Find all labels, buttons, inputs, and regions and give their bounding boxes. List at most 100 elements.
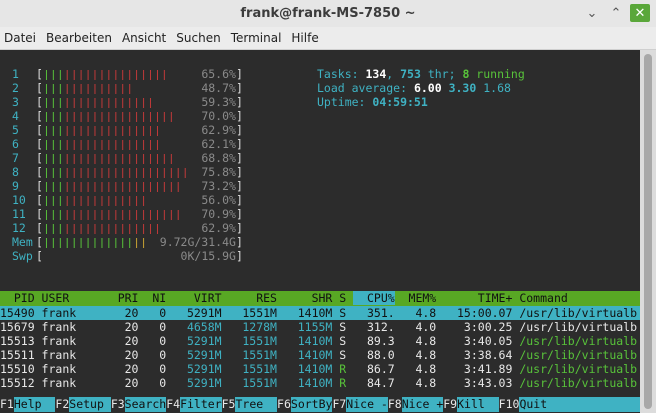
process-row[interactable]: 15512 frank 20 0 5291M 1551M 1410M R 84.…: [0, 376, 640, 390]
column-header-user[interactable]: USER: [35, 291, 97, 305]
cpu-meter-row: 6 [||||||||||||||||| 62.1%]: [12, 137, 243, 151]
fkey-number: F7: [332, 397, 347, 412]
process-ni: 0: [138, 362, 167, 376]
menu-terminal[interactable]: Terminal: [227, 31, 286, 45]
meter-bar: ||||||||||||||||||| 70.0%: [43, 109, 236, 123]
load-label: Load average:: [317, 81, 414, 95]
cpu-meter-row: 10 [||||||||||||||| 56.0%]: [12, 193, 243, 207]
meter-bar: ||||||||||||||||||| 68.8%: [43, 151, 236, 165]
process-command: /usr/lib/virtualb: [512, 348, 638, 362]
process-state: S: [332, 306, 354, 320]
column-header-res[interactable]: RES: [222, 291, 277, 305]
column-header-ni[interactable]: NI: [138, 291, 166, 305]
process-time: 3:00.25: [436, 320, 513, 334]
column-header-pid[interactable]: PID: [0, 291, 35, 305]
menu-hilfe[interactable]: Hilfe: [287, 31, 322, 45]
bracket-close: ]: [235, 165, 243, 179]
uptime-line: Uptime: 04:59:51: [317, 95, 428, 109]
process-pri: 20: [96, 320, 139, 334]
fkey-f7[interactable]: F7 Nice -: [332, 397, 388, 412]
meter-bar: ||||||||||||| 48.7%: [43, 81, 236, 95]
process-res: 1551M: [221, 376, 277, 390]
process-time: 3:41.89: [436, 362, 513, 376]
running-label: running: [469, 67, 525, 81]
terminal-area[interactable]: 1[|||||||||||||||||| 65.6%] 2[||||||||||||…: [0, 50, 640, 413]
fkey-number: F5: [221, 397, 236, 412]
cpu-meter-row: 2 [||||||||||||| 48.7%]: [12, 81, 243, 95]
process-virt: 5291M: [166, 362, 222, 376]
process-res: 1278M: [221, 320, 277, 334]
column-header-pri[interactable]: PRI: [97, 291, 139, 305]
column-header-command[interactable]: Command: [512, 291, 567, 305]
fkey-f1[interactable]: F1 Help: [0, 397, 56, 412]
column-header-s[interactable]: S: [332, 291, 353, 305]
process-ni: 0: [138, 320, 167, 334]
process-pid: 15679: [0, 320, 35, 334]
meter-fill: |||||||||||||||||: [42, 138, 161, 150]
scrollbar-thumb[interactable]: [644, 54, 652, 409]
fkey-f4[interactable]: F4 Filter: [166, 397, 222, 412]
fkey-number: F9: [443, 397, 458, 412]
function-key-bar: F1 Help F2 Setup F3 Search F4 Filter F5 Tree F6…: [0, 397, 640, 412]
process-user: frank: [34, 334, 97, 348]
cpu-meter-row: 9 [|||||||||||||||||||| 73.2%]: [12, 179, 243, 193]
process-time: 15:00.07: [436, 306, 513, 320]
column-header-virt[interactable]: VIRT: [166, 291, 222, 305]
meter-value: 62.1%: [201, 137, 236, 151]
process-row[interactable]: 15511 frank 20 0 5291M 1551M 1410M S 88.…: [0, 348, 640, 362]
process-virt: 5291M: [166, 306, 222, 320]
meter-label: Swp: [12, 249, 33, 263]
bracket-open: [: [36, 95, 43, 109]
process-pid: 15512: [0, 376, 35, 390]
meter-value: 59.3%: [201, 95, 236, 109]
process-row[interactable]: 15513 frank 20 0 5291M 1551M 1410M S 89.…: [0, 334, 640, 348]
process-ni: 0: [138, 306, 167, 320]
terminal-scrollbar[interactable]: [640, 50, 656, 413]
fkey-f5[interactable]: F5 Tree: [221, 397, 278, 412]
fkey-f6[interactable]: F6 SortBy: [277, 397, 333, 412]
meter-bar: ||||||||||||||||||||| 75.8%: [43, 165, 236, 179]
minimize-icon[interactable]: ⌄: [582, 4, 602, 22]
menu-datei[interactable]: Datei: [0, 31, 40, 45]
menu-suchen[interactable]: Suchen: [172, 31, 224, 45]
meter-value: 70.9%: [201, 207, 236, 221]
load-15min: 1.68: [483, 81, 511, 95]
meter-label: 11: [12, 207, 26, 221]
bracket-open: [: [36, 193, 43, 207]
process-pri: 20: [96, 376, 139, 390]
maximize-icon[interactable]: ⌃: [606, 4, 626, 22]
fkey-f2[interactable]: F2 Setup: [55, 397, 111, 412]
process-pri: 20: [96, 348, 139, 362]
menu-bearbeiten[interactable]: Bearbeiten: [42, 31, 116, 45]
column-header-cpu[interactable]: CPU%: [353, 291, 395, 305]
close-icon[interactable]: ✕: [630, 4, 650, 22]
fkey-f3[interactable]: F3 Search: [110, 397, 167, 412]
process-row[interactable]: 15490 frank 20 0 5291M 1551M 1410M S 351…: [0, 306, 640, 320]
tasks-count: 134: [365, 67, 387, 81]
column-header-shr[interactable]: SHR: [277, 291, 333, 305]
swp-meter-row: Swp[0K/15.9G]: [12, 249, 243, 263]
bracket-open: [: [36, 137, 43, 151]
process-user: frank: [34, 362, 97, 376]
column-header-mem[interactable]: MEM%: [395, 291, 437, 305]
bracket-close: ]: [235, 207, 243, 221]
fkey-f8[interactable]: F8 Nice +: [387, 397, 444, 412]
process-row[interactable]: 15679 frank 20 0 4658M 1278M 1155M S 312…: [0, 320, 640, 334]
process-virt: 5291M: [166, 376, 222, 390]
process-shr: 1410M: [276, 376, 333, 390]
process-mem: 4.8: [394, 334, 437, 348]
menu-ansicht[interactable]: Ansicht: [118, 31, 170, 45]
bracket-open: [: [36, 151, 43, 165]
fkey-f10[interactable]: F10 Quit: [498, 397, 548, 412]
process-cpu: 88.0: [353, 348, 395, 362]
meter-fill: ||||||||||||||||||||: [42, 208, 182, 220]
fkey-f9[interactable]: F9 Kill: [443, 397, 499, 412]
process-command: /usr/lib/virtualb: [512, 320, 638, 334]
bracket-open: [: [36, 249, 43, 263]
meter-label: 4: [12, 109, 19, 123]
column-header-time[interactable]: TIME+: [436, 291, 513, 305]
load-5min: 3.30: [448, 81, 477, 95]
meter-label: 3: [12, 95, 19, 109]
process-row[interactable]: 15510 frank 20 0 5291M 1551M 1410M R 86.…: [0, 362, 640, 376]
window-titlebar: frank@frank-MS-7850 ~ ⌄ ⌃ ✕: [0, 0, 656, 28]
